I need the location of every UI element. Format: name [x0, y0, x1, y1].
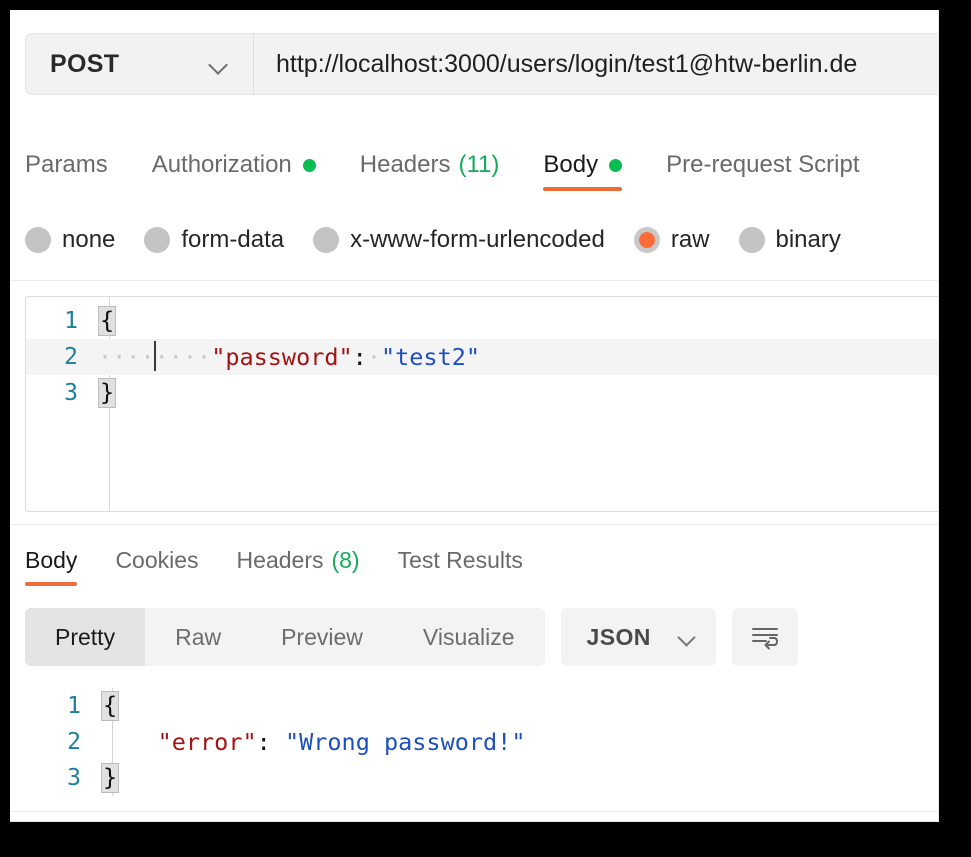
- editor-open-brace: {: [98, 305, 117, 337]
- editor-json-colon: :: [352, 343, 367, 371]
- editor-space-dot: ·: [366, 343, 381, 371]
- tab-body-label: Body: [543, 151, 599, 178]
- response-line-number-1: 1: [67, 693, 81, 719]
- response-json-colon: :: [256, 728, 271, 756]
- response-tab-test-results[interactable]: Test Results: [398, 532, 523, 588]
- response-json-space: [271, 728, 285, 756]
- http-method-label: POST: [50, 49, 120, 78]
- editor-line-3: 3 }: [26, 375, 938, 411]
- response-view-mode-group: Pretty Raw Preview Visualize: [25, 608, 545, 666]
- view-mode-visualize-label: Visualize: [422, 623, 515, 650]
- response-line-number-2: 2: [67, 729, 81, 755]
- response-tab-body[interactable]: Body: [25, 532, 78, 588]
- radio-x-www-form-urlencoded-label: x-www-form-urlencoded: [350, 226, 605, 253]
- response-tab-headers[interactable]: Headers (8): [237, 532, 360, 588]
- tab-pre-request-script-label: Pre-request Script: [666, 151, 860, 178]
- tab-params[interactable]: Params: [25, 136, 108, 194]
- response-indent: [101, 728, 158, 756]
- chevron-down-icon: [209, 58, 231, 71]
- editor-indent-guide-b: ····: [154, 343, 212, 371]
- radio-form-data-icon: [144, 227, 171, 253]
- word-wrap-button[interactable]: [731, 608, 798, 666]
- view-mode-raw[interactable]: Raw: [145, 608, 251, 666]
- response-tab-headers-label: Headers: [236, 546, 324, 573]
- radio-form-data-label: form-data: [181, 226, 285, 253]
- response-json-value: "Wrong password!": [284, 728, 526, 756]
- editor-line-1: 1 {: [26, 303, 938, 339]
- response-tab-bar: Body Cookies Headers (8) Test Results: [25, 532, 561, 588]
- response-tab-test-results-label: Test Results: [397, 546, 523, 573]
- radio-binary-icon: [738, 227, 765, 253]
- tab-authorization-label: Authorization: [151, 151, 292, 178]
- editor-line-2: 2 ···· ···· "password" : · "test2": [26, 339, 938, 375]
- radio-raw-icon: [633, 227, 660, 253]
- request-tab-bar: Params Authorization Headers (11) Body P…: [25, 136, 938, 194]
- radio-none-icon: [25, 227, 51, 253]
- view-mode-visualize[interactable]: Visualize: [393, 608, 545, 666]
- editor-json-key: "password": [211, 343, 353, 371]
- response-line-2: 2 "error" : "Wrong password!": [25, 724, 925, 760]
- response-tab-cookies[interactable]: Cookies: [115, 532, 198, 588]
- radio-none-label: none: [62, 226, 116, 253]
- editor-json-value: "test2": [380, 343, 481, 371]
- body-type-radio-group: none form-data x-www-form-urlencoded raw…: [25, 210, 870, 270]
- view-mode-preview[interactable]: Preview: [251, 608, 393, 666]
- response-format-select[interactable]: JSON: [560, 608, 716, 666]
- tab-authorization[interactable]: Authorization: [152, 136, 316, 194]
- response-close-brace: }: [101, 762, 120, 794]
- response-view-toolbar: Pretty Raw Preview Visualize JSON: [25, 608, 798, 666]
- editor-line-number-1: 1: [64, 308, 78, 334]
- response-line-number-3: 3: [67, 765, 81, 791]
- response-tab-body-label: Body: [25, 546, 78, 573]
- word-wrap-icon: [751, 628, 778, 650]
- response-line-1: 1 {: [25, 688, 925, 724]
- radio-raw[interactable]: raw: [633, 226, 710, 254]
- tab-params-label: Params: [25, 151, 108, 178]
- view-mode-pretty[interactable]: Pretty: [25, 608, 146, 666]
- tab-body[interactable]: Body: [543, 136, 623, 194]
- request-body-editor[interactable]: 1 { 2 ···· ···· "password" : · "test2" 3…: [25, 296, 938, 512]
- response-line-3: 3 }: [25, 760, 925, 796]
- url-input[interactable]: http://localhost:3000/users/login/test1@…: [254, 34, 938, 94]
- radio-x-www-form-urlencoded-icon: [313, 227, 340, 253]
- radio-x-www-form-urlencoded[interactable]: x-www-form-urlencoded: [313, 226, 605, 254]
- body-status-dot: [609, 158, 623, 172]
- response-open-brace: {: [101, 690, 120, 722]
- headers-count-badge: (11): [458, 151, 500, 178]
- tab-pre-request-script[interactable]: Pre-request Script: [666, 136, 859, 194]
- view-mode-preview-label: Preview: [281, 623, 363, 650]
- authorization-status-dot: [302, 158, 316, 172]
- response-tab-cookies-label: Cookies: [115, 546, 199, 573]
- response-json-key: "error": [157, 728, 257, 756]
- view-mode-pretty-label: Pretty: [55, 623, 116, 650]
- http-method-select[interactable]: POST: [26, 34, 254, 94]
- editor-close-brace: }: [98, 377, 117, 409]
- radio-none[interactable]: none: [25, 226, 115, 254]
- response-format-label: JSON: [586, 623, 651, 650]
- response-bottom-divider: [10, 811, 938, 812]
- radio-form-data[interactable]: form-data: [144, 226, 284, 254]
- editor-line-number-3: 3: [64, 380, 78, 406]
- editor-line-number-2: 2: [64, 344, 78, 370]
- response-section-divider: [10, 524, 938, 525]
- text-cursor: [153, 341, 156, 371]
- body-type-divider: [10, 280, 938, 281]
- radio-binary-label: binary: [775, 226, 841, 253]
- radio-binary[interactable]: binary: [738, 226, 841, 254]
- chevron-down-icon: [678, 631, 698, 643]
- response-headers-count-badge: (8): [331, 546, 360, 573]
- radio-raw-label: raw: [670, 226, 710, 253]
- editor-indent-guide-a: ····: [98, 343, 155, 371]
- tab-headers[interactable]: Headers (11): [360, 136, 500, 194]
- response-body-viewer[interactable]: 1 { 2 "error" : "Wrong password!" 3 }: [25, 688, 925, 796]
- postman-request-response-pane: POST http://localhost:3000/users/login/t…: [10, 10, 939, 822]
- view-mode-raw-label: Raw: [175, 623, 222, 650]
- url-bar: POST http://localhost:3000/users/login/t…: [25, 33, 938, 95]
- tab-headers-label: Headers: [359, 151, 451, 178]
